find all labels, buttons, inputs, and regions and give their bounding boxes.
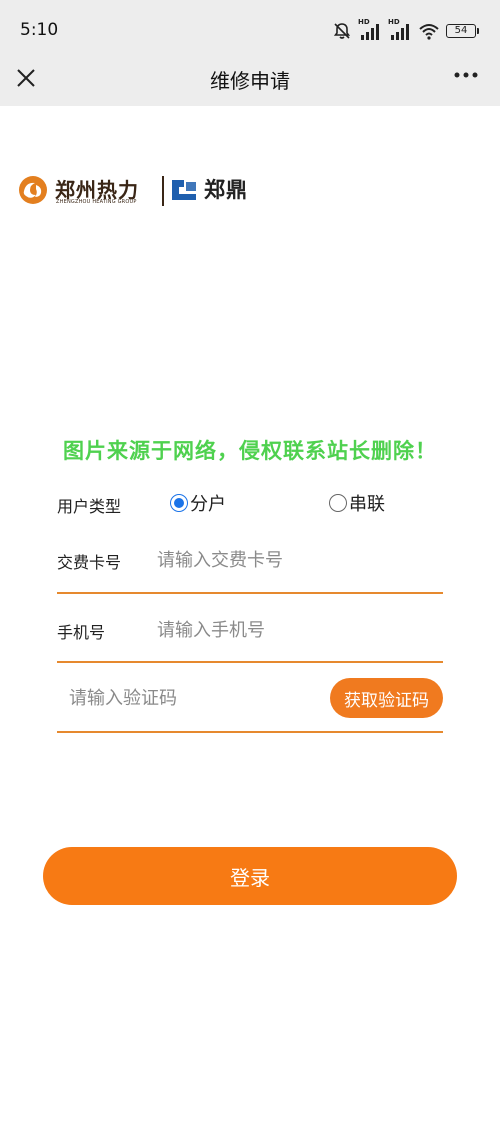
logo: 郑州热力 ZHENGZHOU HEATING GROUP 郑鼎 <box>18 172 258 212</box>
hd-signal-icon: HD <box>358 18 382 41</box>
battery-icon: 54 <box>446 24 479 38</box>
hd-label: HD <box>358 18 370 26</box>
radio-option-label: 分户 <box>190 494 226 515</box>
radio-option-label: 串联 <box>349 494 385 515</box>
zhengzhou-heating-english: ZHENGZHOU HEATING GROUP <box>56 199 137 205</box>
phone-underline <box>57 661 443 663</box>
status-icons: HD HD 54 <box>332 18 479 42</box>
status-time: 5:10 <box>20 20 59 40</box>
bell-muted-icon <box>333 23 351 39</box>
phone-input[interactable] <box>157 614 437 646</box>
hd-label: HD <box>388 18 400 26</box>
phone-row: 手机号 <box>57 614 443 666</box>
verification-underline <box>57 731 443 733</box>
watermark-text: 图片来源于网络，侵权联系站长删除！ <box>63 439 437 463</box>
card-number-row: 交费卡号 <box>57 544 443 596</box>
status-bar: 5:10 HD HD 54 <box>0 0 500 58</box>
nav-bar: 维修申请 <box>0 58 500 106</box>
card-number-underline <box>57 592 443 594</box>
wifi-icon <box>419 24 439 40</box>
get-code-button[interactable]: 获取验证码 <box>330 678 443 718</box>
zhengding-logo-icon <box>172 180 196 200</box>
card-number-label: 交费卡号 <box>57 553 122 572</box>
zhengding-name: 郑鼎 <box>204 178 248 202</box>
user-type-label: 用户类型 <box>57 497 122 516</box>
phone-label: 手机号 <box>57 623 106 642</box>
radio-option-fenhu[interactable]: 分户 <box>170 490 226 516</box>
more-icon[interactable] <box>454 70 478 80</box>
verification-row: 获取验证码 <box>57 678 443 736</box>
user-type-row: 用户类型 分户 串联 <box>57 490 443 518</box>
card-number-input[interactable] <box>157 544 437 576</box>
radio-option-chuanlian[interactable]: 串联 <box>329 490 385 516</box>
verification-code-input[interactable] <box>69 682 319 714</box>
battery-level: 54 <box>454 25 468 36</box>
radio-checked-icon[interactable] <box>170 494 188 512</box>
hd-signal-icon: HD <box>388 18 412 41</box>
page-title: 维修申请 <box>210 69 290 93</box>
logo-divider <box>162 176 164 206</box>
login-button[interactable]: 登录 <box>43 847 457 905</box>
zhengzhou-heating-logo-icon <box>19 176 47 204</box>
radio-unchecked-icon[interactable] <box>329 494 347 512</box>
